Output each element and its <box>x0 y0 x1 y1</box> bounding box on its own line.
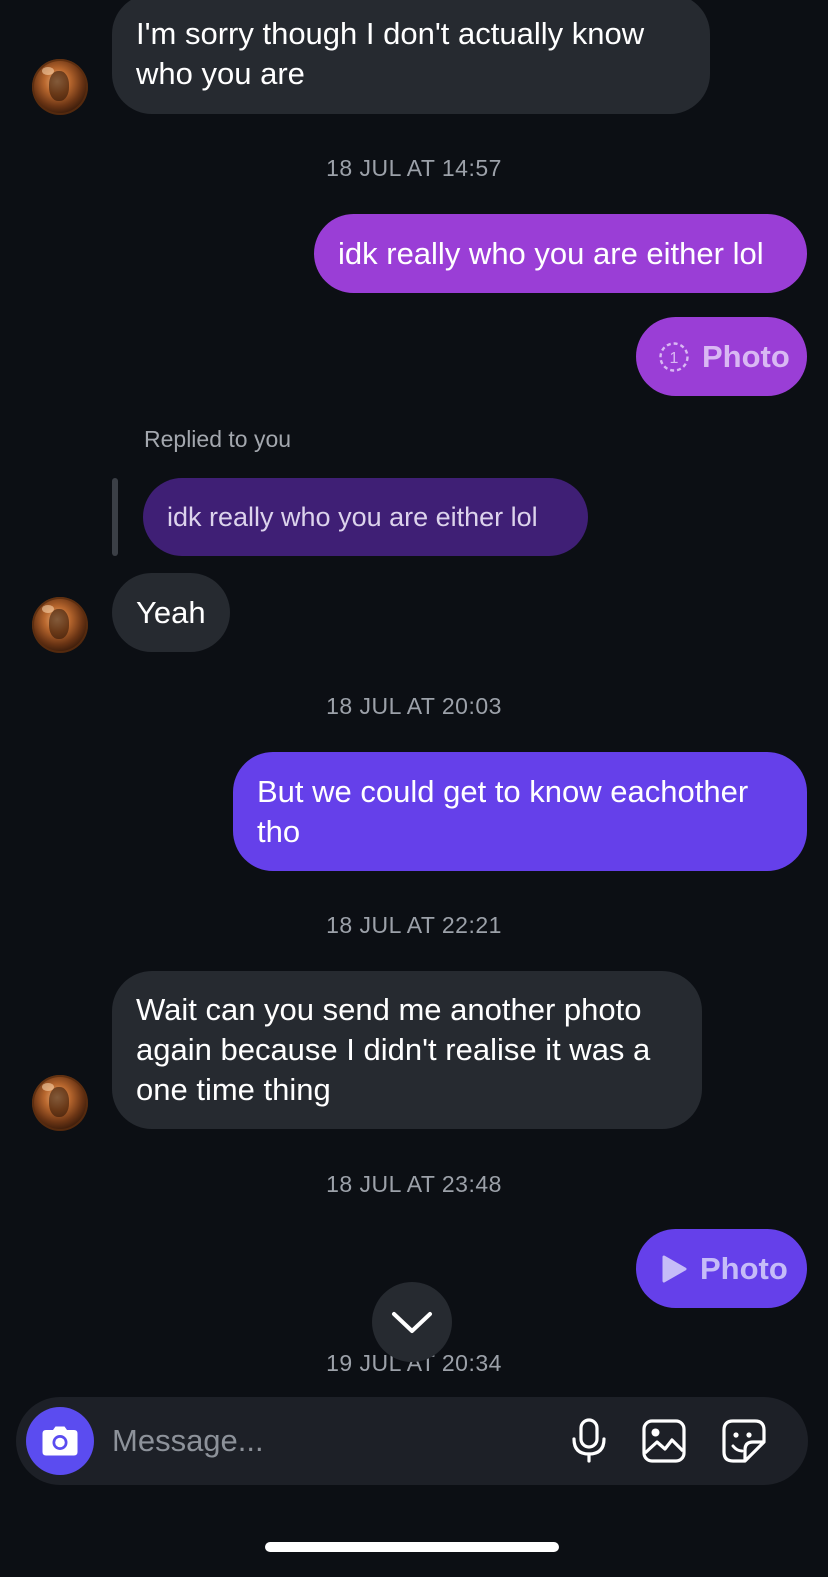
outgoing-message[interactable]: But we could get to know eachother tho <box>233 752 807 871</box>
timestamp: 18 JUL AT 20:03 <box>326 693 502 719</box>
gallery-icon <box>641 1418 687 1464</box>
timestamp: 18 JUL AT 14:57 <box>326 155 502 181</box>
reply-indicator-bar <box>112 478 118 556</box>
home-indicator[interactable] <box>265 1542 559 1552</box>
message-text: idk really who you are either lol <box>338 235 764 271</box>
camera-icon <box>41 1425 79 1457</box>
timestamp: 18 JUL AT 23:48 <box>326 1171 502 1197</box>
incoming-message[interactable]: I'm sorry though I don't actually know w… <box>112 0 710 114</box>
scroll-to-bottom-button[interactable] <box>372 1282 452 1362</box>
message-text: But we could get to know eachother tho <box>257 773 749 849</box>
message-text: Wait can you send me another photo again… <box>136 992 651 1107</box>
microphone-icon <box>570 1418 608 1464</box>
view-once-icon: 1 <box>658 341 690 373</box>
message-text: I'm sorry though I don't actually know w… <box>136 16 645 91</box>
chat-screen: I'm sorry though I don't actually know w… <box>0 0 828 1577</box>
message-text: Yeah <box>136 594 206 630</box>
outgoing-message[interactable]: idk really who you are either lol <box>314 214 807 293</box>
play-icon <box>660 1254 688 1284</box>
reply-context-label: Replied to you <box>144 426 292 452</box>
photo-label: Photo <box>702 338 790 374</box>
incoming-message[interactable]: Yeah <box>112 573 230 652</box>
contact-avatar[interactable] <box>32 1075 88 1131</box>
svg-text:1: 1 <box>670 350 679 367</box>
photo-message[interactable]: Photo <box>636 1229 807 1308</box>
view-once-photo-message[interactable]: 1 Photo <box>636 317 807 396</box>
incoming-message[interactable]: Wait can you send me another photo again… <box>112 971 702 1129</box>
contact-avatar[interactable] <box>32 597 88 653</box>
photo-label: Photo <box>700 1250 788 1286</box>
quoted-text: idk really who you are either lol <box>167 501 538 532</box>
message-input[interactable] <box>112 1415 532 1467</box>
sticker-icon <box>721 1418 767 1464</box>
quoted-message[interactable]: idk really who you are either lol <box>143 478 588 556</box>
gallery-button[interactable] <box>638 1415 690 1467</box>
microphone-button[interactable] <box>563 1415 615 1467</box>
camera-button[interactable] <box>26 1407 94 1475</box>
chevron-down-icon <box>391 1310 433 1334</box>
timestamp: 18 JUL AT 22:21 <box>326 912 502 938</box>
contact-avatar[interactable] <box>32 59 88 115</box>
sticker-button[interactable] <box>718 1415 770 1467</box>
